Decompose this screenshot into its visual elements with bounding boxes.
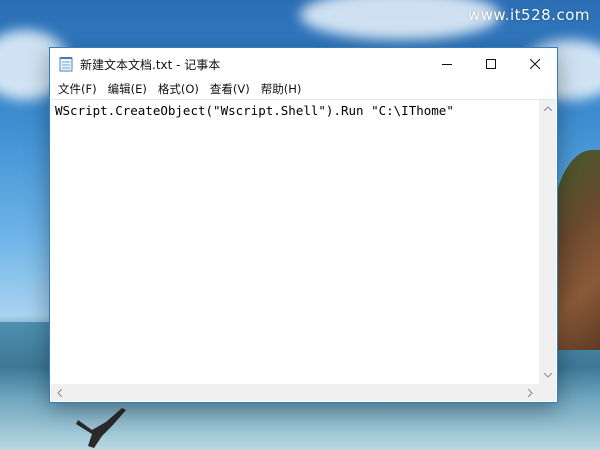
minimize-button[interactable] bbox=[425, 48, 469, 79]
vertical-scrollbar[interactable] bbox=[539, 100, 556, 384]
menu-help[interactable]: 帮助(H) bbox=[257, 79, 309, 99]
menu-format[interactable]: 格式(O) bbox=[154, 79, 206, 99]
title-bar[interactable]: 新建文本文档.txt - 记事本 bbox=[50, 48, 557, 79]
notepad-window: 新建文本文档.txt - 记事本 文件(F) 编辑(E) 格式(O) 查看(V)… bbox=[49, 47, 558, 403]
horizontal-scrollbar[interactable] bbox=[51, 384, 539, 401]
watermark: www.it528.com bbox=[467, 6, 590, 24]
menu-bar: 文件(F) 编辑(E) 格式(O) 查看(V) 帮助(H) bbox=[50, 79, 557, 99]
scroll-right-arrow[interactable] bbox=[522, 384, 539, 401]
background-rock-arch bbox=[552, 150, 600, 350]
chevron-left-icon bbox=[57, 388, 62, 397]
scroll-left-arrow[interactable] bbox=[51, 384, 68, 401]
scroll-up-arrow[interactable] bbox=[539, 100, 556, 117]
editor-area: WScript.CreateObject("Wscript.Shell").Ru… bbox=[51, 99, 556, 401]
maximize-icon bbox=[486, 58, 496, 69]
text-editor[interactable]: WScript.CreateObject("Wscript.Shell").Ru… bbox=[51, 100, 539, 384]
menu-file[interactable]: 文件(F) bbox=[54, 79, 104, 99]
scrollbar-corner bbox=[539, 384, 556, 401]
menu-view[interactable]: 查看(V) bbox=[206, 79, 257, 99]
chevron-down-icon bbox=[543, 373, 552, 378]
maximize-button[interactable] bbox=[469, 48, 513, 79]
chevron-up-icon bbox=[543, 106, 552, 111]
menu-edit[interactable]: 编辑(E) bbox=[104, 79, 154, 99]
minimize-icon bbox=[442, 63, 452, 65]
notepad-icon bbox=[59, 57, 73, 72]
close-button[interactable] bbox=[513, 48, 557, 79]
close-icon bbox=[530, 58, 540, 69]
window-title: 新建文本文档.txt - 记事本 bbox=[80, 58, 221, 72]
background-person bbox=[76, 408, 126, 448]
chevron-right-icon bbox=[528, 388, 533, 397]
scroll-down-arrow[interactable] bbox=[539, 367, 556, 384]
